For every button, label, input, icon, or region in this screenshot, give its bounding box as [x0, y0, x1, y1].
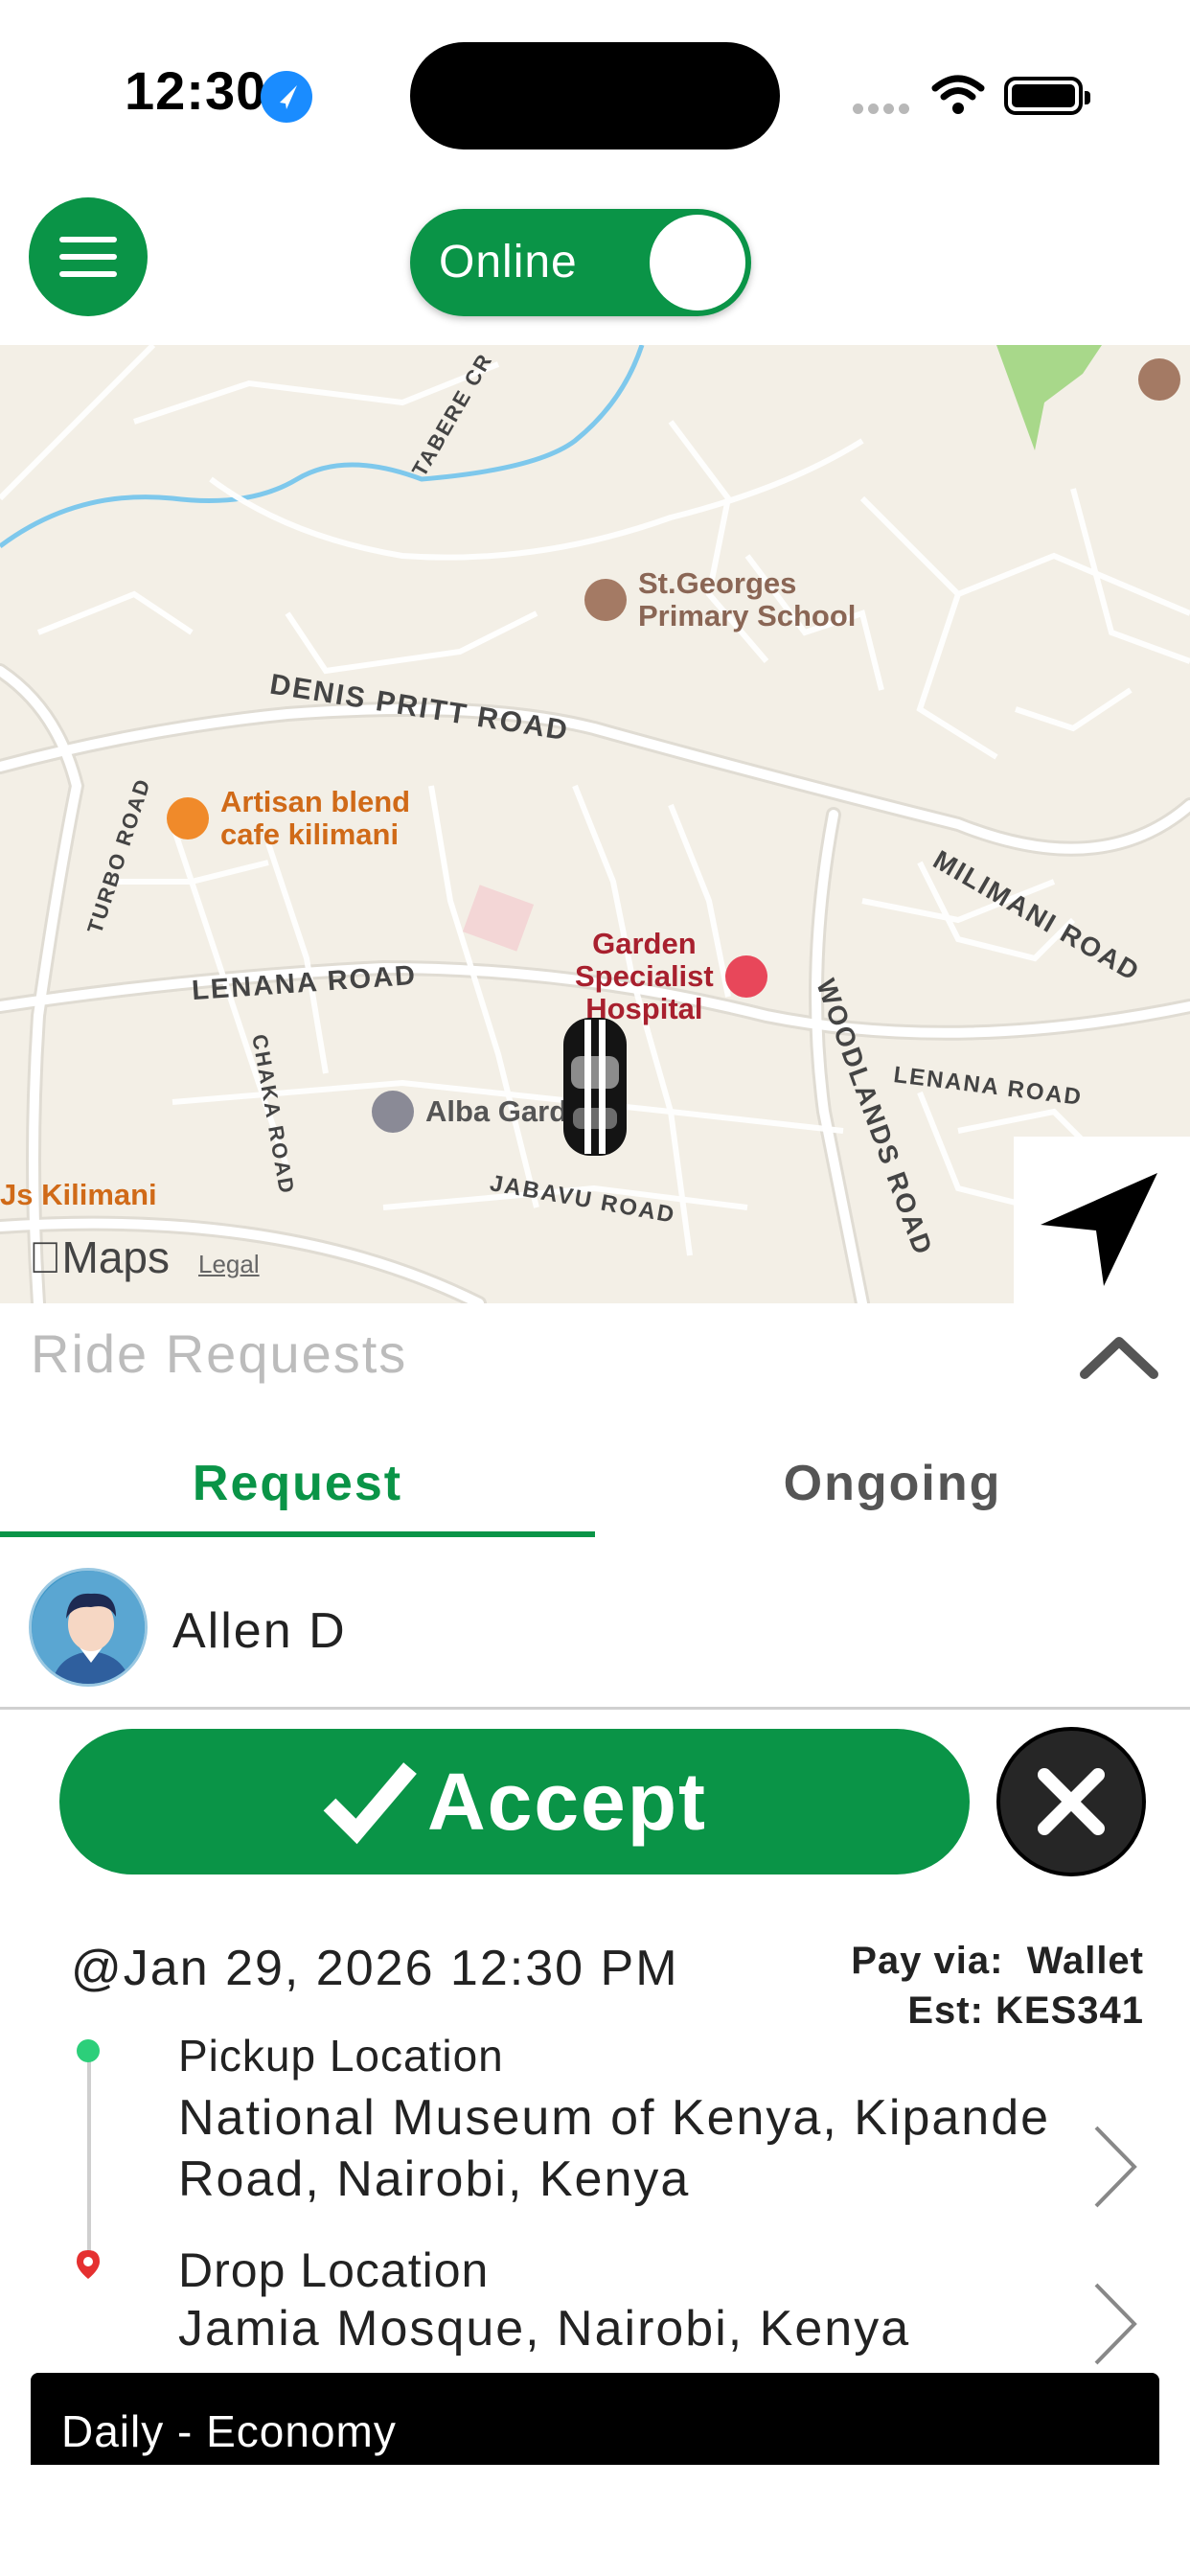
- chevron-right-icon[interactable]: [1090, 2281, 1140, 2367]
- navigation-arrow-icon[interactable]: [1014, 1137, 1190, 1303]
- drop-address: Jamia Mosque, Nairobi, Kenya: [178, 2301, 911, 2357]
- ride-requests-sheet: Ride Requests Request Ongoing Allen D Ac…: [0, 1303, 1190, 2576]
- poi-school[interactable]: St.Georges Primary School: [584, 566, 856, 632]
- pickup-address: National Museum of Kenya, Kipande Road, …: [178, 2090, 1051, 2207]
- wifi-icon: [931, 75, 985, 122]
- chevron-right-icon[interactable]: [1090, 2124, 1140, 2210]
- pickup-location[interactable]: Pickup Location National Museum of Kenya…: [178, 2030, 1098, 2210]
- drop-pin-icon: [77, 2250, 100, 2279]
- chevron-up-icon[interactable]: [1079, 1332, 1159, 1380]
- restaurant-icon: [167, 797, 209, 840]
- toggle-knob: [650, 215, 745, 310]
- rider-row[interactable]: Allen D: [0, 1560, 1190, 1710]
- active-tab-indicator: [0, 1531, 595, 1537]
- poi-js-kilimani[interactable]: Js Kilimani: [0, 1178, 157, 1211]
- status-time: 12:30: [125, 60, 267, 121]
- car-icon: [563, 1018, 627, 1156]
- drop-label: Drop Location: [178, 2243, 490, 2297]
- maps-attribution: Maps Legal: [29, 1231, 260, 1283]
- school-icon: [584, 579, 627, 622]
- request-date: @Jan 29, 2026 12:30 PM: [71, 1941, 679, 1996]
- drop-location[interactable]: Drop Location Jamia Mosque, Nairobi, Ken…: [178, 2242, 1098, 2359]
- ride-type-label: Daily - Economy: [61, 2406, 397, 2456]
- pay-via: Pay via: Wallet: [851, 1940, 1144, 1982]
- checkmark-icon: [323, 1762, 417, 1845]
- tab-request[interactable]: Request: [0, 1436, 595, 1531]
- sheet-title: Ride Requests: [31, 1323, 408, 1384]
- close-icon[interactable]: [996, 1727, 1146, 1876]
- maps-logo: Maps: [29, 1232, 170, 1282]
- location-arrow-icon: [261, 71, 312, 123]
- request-tabs: Request Ongoing: [0, 1436, 1190, 1537]
- accept-button[interactable]: Accept: [59, 1729, 970, 1874]
- place-marker-icon: [372, 1091, 414, 1133]
- tab-ongoing[interactable]: Ongoing: [595, 1436, 1190, 1531]
- museum-icon: [1138, 358, 1180, 401]
- accept-label: Accept: [426, 1756, 708, 1847]
- online-status-toggle[interactable]: Online: [410, 209, 751, 316]
- poi-hospital[interactable]: Garden Specialist Hospital: [575, 927, 767, 1025]
- battery-icon: [1004, 77, 1090, 115]
- poi-cafe[interactable]: Artisan blend cafe kilimani: [167, 785, 410, 851]
- maps-legal-link[interactable]: Legal: [198, 1250, 260, 1279]
- user-avatar-icon: [29, 1568, 148, 1687]
- rider-name: Allen D: [172, 1603, 347, 1659]
- map-view[interactable]: DENIS PRITT ROAD LENANA ROAD LENANA ROAD…: [0, 345, 1190, 1303]
- pickup-label: Pickup Location: [178, 2031, 504, 2081]
- pickup-dot-icon: [77, 2039, 100, 2062]
- poi-museum[interactable]: [1138, 358, 1180, 401]
- toggle-label: Online: [439, 237, 578, 288]
- fare-estimate: Est: KES341: [907, 1990, 1144, 2032]
- cellular-signal-icon: [853, 102, 914, 119]
- route-line: [87, 2055, 91, 2256]
- payment-info: Pay via: Wallet Est: KES341: [851, 1936, 1144, 2036]
- status-bar: 12:30: [0, 0, 1190, 182]
- dynamic-island: [410, 42, 780, 150]
- hospital-icon: [724, 955, 767, 999]
- ride-type-bar: Daily - Economy: [31, 2373, 1159, 2465]
- hamburger-menu-icon[interactable]: [29, 197, 148, 316]
